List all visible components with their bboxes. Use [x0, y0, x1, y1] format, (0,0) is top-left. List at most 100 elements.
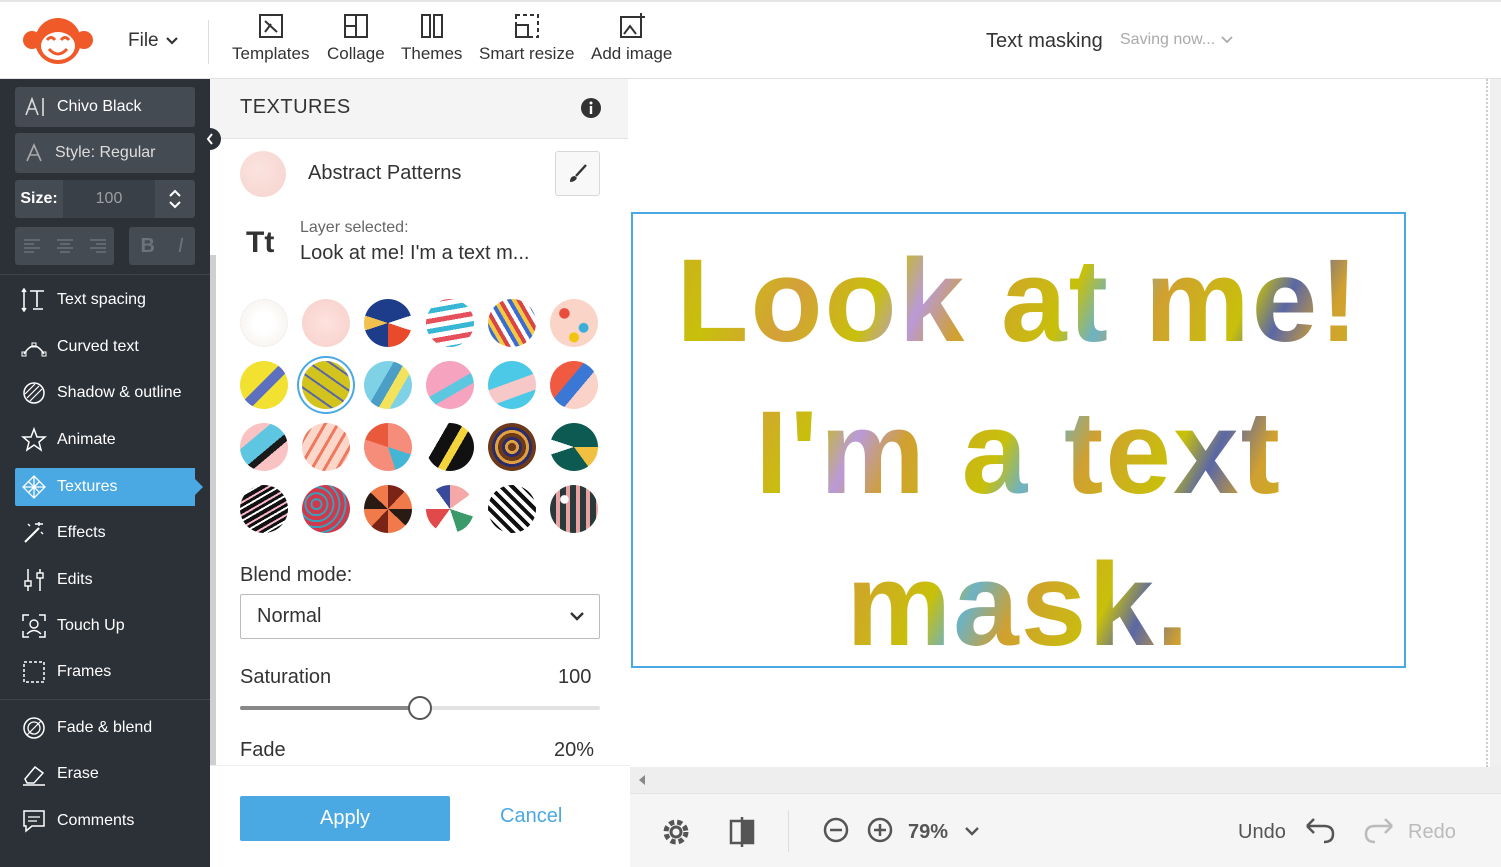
- redo-button[interactable]: Redo: [1408, 821, 1456, 844]
- texture-swatch[interactable]: [426, 361, 474, 409]
- texture-swatch[interactable]: [240, 485, 288, 533]
- align-left-icon[interactable]: [23, 238, 41, 254]
- sidebar-item-touch-up[interactable]: Touch Up: [15, 607, 195, 645]
- sidebar-item-frames[interactable]: Frames: [15, 653, 195, 691]
- saturation-slider-thumb[interactable]: [408, 696, 432, 720]
- sidebar-item-label: Text spacing: [57, 291, 146, 308]
- add-image-button[interactable]: Add image: [591, 12, 672, 64]
- scroll-left-icon[interactable]: [638, 774, 646, 786]
- layer-selected-value: Look at me! I'm a text m...: [300, 242, 530, 264]
- panel-scrollbar[interactable]: [210, 255, 216, 765]
- masked-text-line: Look at me!: [676, 235, 1361, 367]
- undo-button[interactable]: Undo: [1238, 821, 1286, 844]
- texture-swatch[interactable]: [550, 485, 598, 533]
- textures-panel: TEXTURES Abstract Patterns Tt Layer sele…: [210, 79, 630, 867]
- zoom-in-icon[interactable]: [866, 816, 894, 844]
- cancel-button[interactable]: Cancel: [500, 805, 562, 828]
- save-status[interactable]: Saving now...: [1120, 31, 1233, 49]
- picmonkey-logo-icon[interactable]: [22, 16, 94, 66]
- redo-icon[interactable]: [1363, 816, 1395, 844]
- sidebar-item-curved-text[interactable]: Curved text: [15, 328, 195, 366]
- texture-swatch[interactable]: [426, 299, 474, 347]
- erase-icon: [23, 765, 45, 786]
- text-align-group: [15, 227, 114, 265]
- texture-swatch[interactable]: [488, 299, 536, 347]
- sidebar-divider: [0, 274, 210, 275]
- stepper-icon: [169, 189, 181, 209]
- apply-button[interactable]: Apply: [240, 796, 450, 841]
- align-center-icon[interactable]: [56, 238, 74, 254]
- blend-mode-select[interactable]: Normal: [240, 594, 600, 639]
- texture-swatch[interactable]: [426, 485, 474, 533]
- texture-swatch[interactable]: [364, 299, 412, 347]
- sidebar-item-effects[interactable]: Effects: [15, 514, 195, 552]
- templates-button[interactable]: Templates: [232, 12, 309, 64]
- texture-swatch[interactable]: [240, 299, 288, 347]
- document-title[interactable]: Text masking: [986, 30, 1103, 53]
- collage-button[interactable]: Collage: [327, 12, 385, 64]
- texture-swatch[interactable]: [364, 485, 412, 533]
- sidebar-item-erase[interactable]: Erase: [15, 755, 195, 793]
- themes-label: Themes: [401, 44, 463, 63]
- font-name: Chivo Black: [57, 98, 142, 115]
- canvas-vertical-scrollbar[interactable]: [1490, 79, 1501, 767]
- texture-swatch[interactable]: [550, 361, 598, 409]
- paint-brush-button[interactable]: [555, 151, 600, 196]
- zoom-level[interactable]: 79%: [908, 821, 948, 844]
- collapse-sidebar-button[interactable]: [199, 128, 221, 150]
- texture-swatch[interactable]: [488, 485, 536, 533]
- texture-swatch[interactable]: [426, 423, 474, 471]
- sidebar-item-text-spacing[interactable]: Text spacing: [15, 281, 195, 319]
- smart-resize-button[interactable]: Smart resize: [479, 12, 574, 64]
- texture-swatch[interactable]: [550, 299, 598, 347]
- templates-icon: [258, 14, 283, 38]
- file-menu[interactable]: File: [128, 30, 179, 52]
- texture-pack-name: Abstract Patterns: [308, 162, 462, 184]
- bold-button[interactable]: B: [140, 235, 154, 258]
- canvas-horizontal-scrollbar[interactable]: [630, 767, 1501, 793]
- settings-gear-icon[interactable]: [660, 816, 692, 848]
- italic-button[interactable]: I: [178, 235, 184, 258]
- texture-swatch[interactable]: [488, 361, 536, 409]
- texture-swatch[interactable]: [364, 361, 412, 409]
- texture-pack-swatch[interactable]: [240, 151, 286, 197]
- zoom-out-icon[interactable]: [822, 816, 850, 844]
- texture-swatch[interactable]: [302, 423, 350, 471]
- shadow-outline-icon: [23, 382, 45, 404]
- fade-value: 20%: [554, 739, 595, 761]
- sidebar-item-label: Touch Up: [57, 617, 125, 634]
- chevron-down-icon[interactable]: [964, 826, 980, 838]
- font-style-label: Style: Regular: [55, 144, 156, 161]
- masked-text-line: mask.: [846, 539, 1191, 671]
- texture-swatch[interactable]: [364, 423, 412, 471]
- sidebar-item-fade-blend[interactable]: Fade & blend: [15, 709, 195, 747]
- canvas-edge: [1486, 79, 1488, 767]
- texture-swatch[interactable]: [550, 423, 598, 471]
- texture-swatch[interactable]: [302, 299, 350, 347]
- blend-mode-label: Blend mode:: [240, 564, 353, 586]
- texture-swatch[interactable]: [240, 361, 288, 409]
- sidebar-item-animate[interactable]: Animate: [15, 421, 195, 459]
- masked-text-layer[interactable]: Look at me! I'm a text mask.: [631, 225, 1406, 681]
- info-icon[interactable]: [580, 97, 602, 119]
- sidebar-item-edits[interactable]: Edits: [15, 561, 195, 599]
- texture-swatch[interactable]: [302, 485, 350, 533]
- font-selector[interactable]: Chivo Black: [15, 87, 195, 127]
- sidebar-item-label: Comments: [57, 812, 135, 829]
- texture-swatch[interactable]: [488, 423, 536, 471]
- font-style-selector[interactable]: Style: Regular: [15, 133, 195, 173]
- sidebar-item-textures[interactable]: Textures: [15, 468, 203, 506]
- align-right-icon[interactable]: [89, 238, 107, 254]
- themes-button[interactable]: Themes: [401, 12, 462, 64]
- texture-swatch-selected[interactable]: [302, 361, 350, 409]
- panel-title: TEXTURES: [240, 96, 351, 118]
- font-size-stepper[interactable]: [155, 180, 195, 218]
- compare-icon[interactable]: [728, 816, 756, 848]
- font-size-input[interactable]: 100: [63, 180, 155, 218]
- sidebar-item-shadow-outline[interactable]: Shadow & outline: [15, 374, 195, 412]
- undo-icon[interactable]: [1304, 816, 1336, 844]
- saturation-slider[interactable]: [240, 696, 600, 720]
- texture-swatch[interactable]: [240, 423, 288, 471]
- sidebar-item-comments[interactable]: Comments: [15, 802, 195, 840]
- fade-blend-icon: [23, 717, 45, 739]
